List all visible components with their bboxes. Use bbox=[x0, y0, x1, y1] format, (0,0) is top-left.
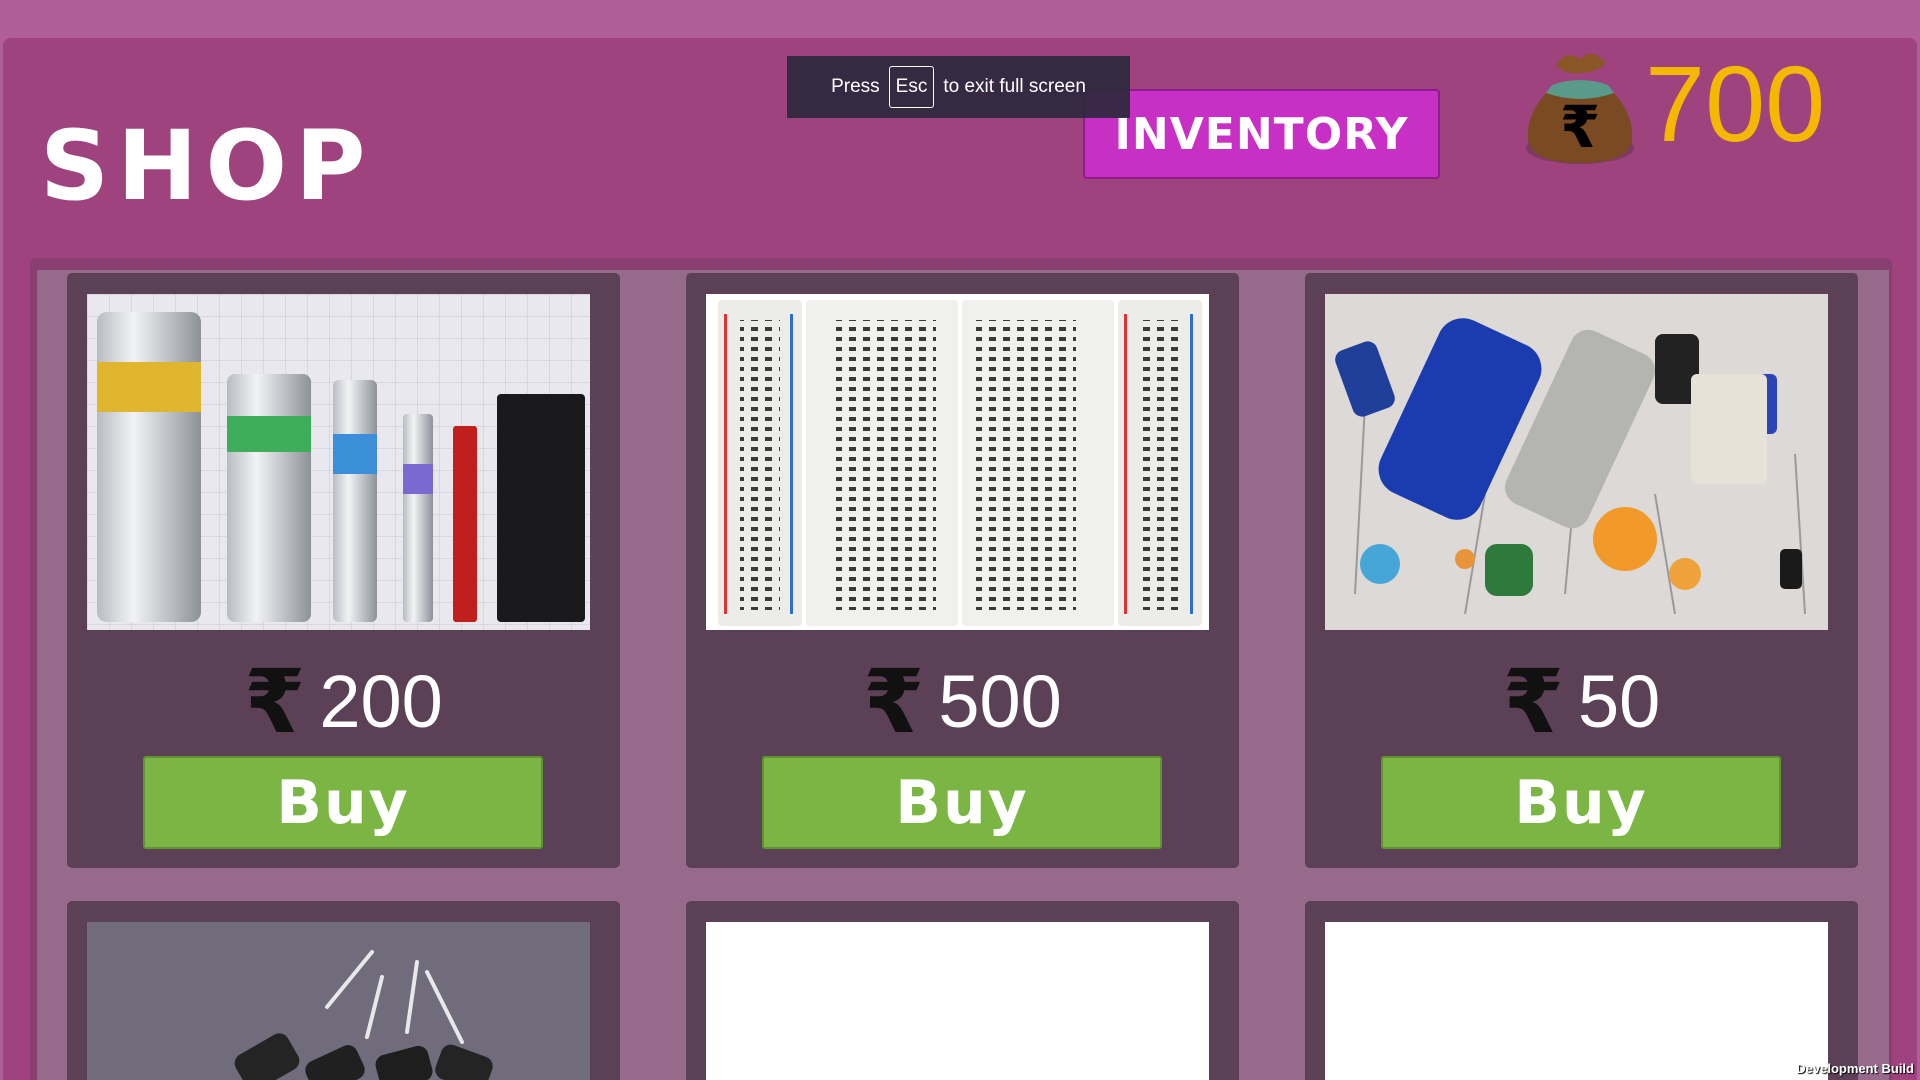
rupee-icon: ₹ bbox=[1502, 650, 1564, 753]
shop-card-diodes bbox=[67, 901, 620, 1080]
breadboard-image bbox=[706, 294, 1209, 630]
price-amount: 50 bbox=[1577, 660, 1661, 743]
price-capacitors: ₹ 50 bbox=[1305, 658, 1858, 746]
money-bag-icon: ₹ bbox=[1526, 53, 1634, 164]
empty-image-slot bbox=[706, 922, 1209, 1080]
toast-text-before: Press bbox=[831, 76, 880, 97]
diodes-image bbox=[87, 922, 590, 1080]
inventory-button[interactable]: INVENTORY bbox=[1083, 89, 1440, 179]
buy-button-capacitors[interactable]: Buy bbox=[1381, 756, 1781, 849]
shop-card-capacitors: ₹ 50 Buy bbox=[1305, 273, 1858, 868]
price-amount: 200 bbox=[319, 660, 443, 743]
shop-card-breadboard: ₹ 500 Buy bbox=[686, 273, 1239, 868]
buy-button-breadboard[interactable]: Buy bbox=[762, 756, 1162, 849]
fullscreen-toast: Press Esc to exit full screen bbox=[787, 56, 1130, 118]
shop-card-empty-2 bbox=[1305, 901, 1858, 1080]
svg-text:₹: ₹ bbox=[1560, 93, 1600, 161]
buy-button-batteries[interactable]: Buy bbox=[143, 756, 543, 849]
page-title: SHOP bbox=[40, 110, 374, 222]
price-amount: 500 bbox=[938, 660, 1062, 743]
rupee-icon: ₹ bbox=[863, 650, 925, 753]
coin-balance: 700 bbox=[1645, 43, 1826, 164]
capacitors-image bbox=[1325, 294, 1828, 630]
price-batteries: ₹ 200 bbox=[67, 658, 620, 746]
esc-key-hint: Esc bbox=[888, 66, 935, 108]
shop-card-empty-1 bbox=[686, 901, 1239, 1080]
shop-card-batteries: ₹ 200 Buy bbox=[67, 273, 620, 868]
toast-text-after: to exit full screen bbox=[943, 76, 1086, 97]
development-build-label: Development Build bbox=[1796, 1061, 1914, 1076]
batteries-image bbox=[87, 294, 590, 630]
price-breadboard: ₹ 500 bbox=[686, 658, 1239, 746]
rupee-icon: ₹ bbox=[244, 650, 306, 753]
empty-image-slot bbox=[1325, 922, 1828, 1080]
